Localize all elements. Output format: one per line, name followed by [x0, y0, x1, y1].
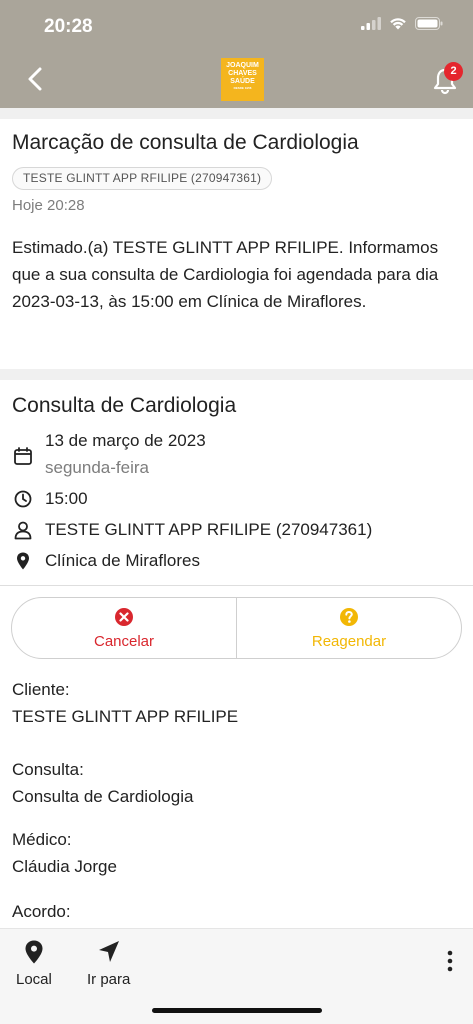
divider: [0, 585, 473, 586]
appointment-location: Clínica de Miraflores: [45, 551, 200, 570]
appointment-actions: Cancelar Reagendar: [11, 597, 462, 659]
logo-subtitle: DESDE 1956: [233, 86, 252, 90]
appointment-date: 13 de março de 2023: [45, 431, 206, 450]
location-pin-icon: [25, 940, 43, 964]
more-vertical-icon[interactable]: [440, 949, 460, 973]
home-indicator: [152, 1008, 322, 1013]
patient-chip: TESTE GLINTT APP RFILIPE (270947361): [12, 167, 273, 190]
appointment-title: Consulta de Cardiologia: [12, 394, 237, 417]
navigation-arrow-icon: [98, 941, 119, 962]
status-time: 20:28: [44, 16, 93, 37]
logo-line-2: CHAVES: [228, 70, 257, 77]
status-icons: [361, 17, 443, 30]
doctor-value: Cláudia Jorge: [12, 857, 117, 876]
tab-goto[interactable]: Ir para: [87, 939, 130, 988]
appointment-time: 15:00: [45, 489, 88, 508]
logo-line-1: JOAQUIM: [226, 62, 259, 69]
battery-icon: [415, 17, 443, 30]
map-pin-icon: [17, 552, 29, 570]
app-header: 20:28 JOAQUIM CHAVES SAÚDE DESDE 1956 2: [0, 0, 473, 108]
clock-icon: [14, 490, 32, 508]
message-body: Estimado.(a) TESTE GLINTT APP RFILIPE. I…: [12, 238, 439, 311]
back-button[interactable]: [22, 62, 52, 96]
tab-local[interactable]: Local: [16, 939, 52, 988]
wifi-icon: [390, 18, 406, 30]
tab-local-label: Local: [16, 971, 52, 988]
message-title: Marcação de consulta de Cardiologia: [12, 131, 359, 154]
consult-value: Consulta de Cardiologia: [12, 787, 194, 806]
section-gap: [0, 369, 473, 380]
client-value: TESTE GLINTT APP RFILIPE: [12, 707, 239, 726]
signal-icon: [361, 17, 381, 30]
message-time: Hoje 20:28: [12, 197, 85, 214]
cancel-x-icon: [115, 607, 133, 626]
doctor-label: Médico:: [12, 830, 72, 849]
appointment-patient: TESTE GLINTT APP RFILIPE (270947361): [45, 520, 373, 539]
notification-badge: 2: [444, 62, 463, 81]
agreement-label: Acordo:: [12, 902, 71, 921]
section-gap: [0, 108, 473, 119]
consult-label: Consulta:: [12, 760, 84, 779]
reschedule-button[interactable]: Reagendar: [236, 598, 461, 658]
reschedule-label: Reagendar: [311, 632, 387, 650]
tab-goto-label: Ir para: [87, 971, 131, 988]
cancel-button[interactable]: Cancelar: [12, 598, 236, 658]
person-icon: [14, 521, 32, 540]
question-icon: [340, 607, 358, 626]
brand-logo: JOAQUIM CHAVES SAÚDE DESDE 1956: [221, 58, 264, 101]
appointment-weekday: segunda-feira: [45, 458, 149, 477]
cancel-label: Cancelar: [93, 632, 155, 650]
logo-line-3: SAÚDE: [230, 78, 255, 85]
calendar-icon: [14, 447, 32, 465]
client-label: Cliente:: [12, 680, 70, 699]
